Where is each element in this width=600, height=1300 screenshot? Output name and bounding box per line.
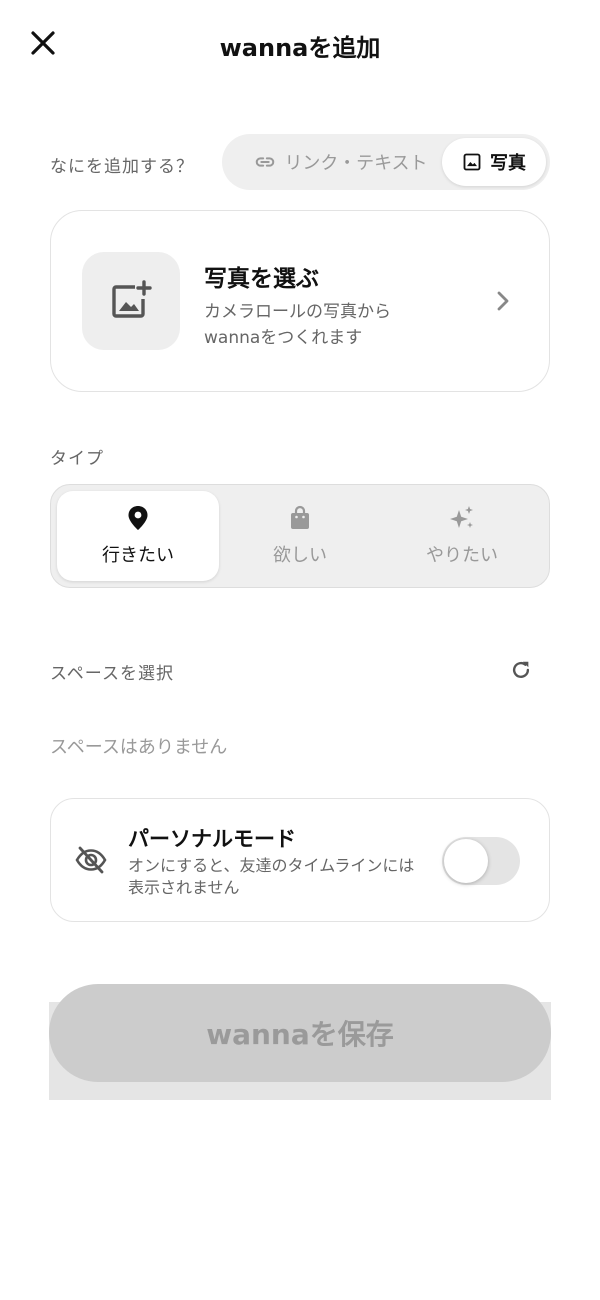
refresh-spaces-button[interactable] <box>506 655 536 685</box>
personal-mode-title: パーソナルモード <box>128 827 296 851</box>
location-pin-icon <box>128 506 148 530</box>
type-option-want-to-do[interactable]: やりたい <box>381 491 543 581</box>
choose-photo-title: 写真を選ぶ <box>204 266 319 292</box>
type-label: タイプ <box>50 449 104 469</box>
page-title: wannaを追加 <box>219 34 381 62</box>
type-option-want[interactable]: 欲しい <box>219 491 381 581</box>
sparkle-icon <box>450 506 473 528</box>
add-photo-icon <box>112 280 152 318</box>
personal-mode-toggle[interactable] <box>442 837 520 885</box>
type-segmented-control: 行きたい 欲しい やりたい <box>50 484 550 588</box>
add-type-segmented-control: リンク・テキスト 写真 <box>222 134 550 190</box>
add-type-label: なにを追加する？ <box>50 157 194 177</box>
type-option-label: 欲しい <box>273 545 327 566</box>
personal-mode-description: オンにすると、友達のタイムラインには表示されません <box>128 856 415 897</box>
choose-photo-card[interactable]: 写真を選ぶ カメラロールの写真からwannaをつくれます <box>50 210 550 392</box>
photo-option-label: 写真 <box>490 153 526 174</box>
space-empty-text: スペースはありません <box>50 737 228 758</box>
refresh-icon <box>512 661 530 679</box>
photo-option[interactable]: 写真 <box>442 138 546 186</box>
header: wannaを追加 <box>0 0 600 88</box>
add-type-row: なにを追加する？ リンク・テキスト 写真 <box>50 134 550 190</box>
photo-icon-box <box>82 252 180 350</box>
link-icon <box>256 157 275 167</box>
space-select-label: スペースを選択 <box>50 664 174 684</box>
link-text-option[interactable]: リンク・テキスト <box>236 138 446 186</box>
type-option-label: 行きたい <box>102 545 174 566</box>
type-option-want-to-go[interactable]: 行きたい <box>57 491 219 581</box>
link-text-option-label: リンク・テキスト <box>284 153 428 174</box>
personal-mode-card: パーソナルモード オンにすると、友達のタイムラインには表示されません <box>50 798 550 922</box>
image-icon <box>463 153 481 171</box>
shopping-bag-icon <box>291 505 309 529</box>
choose-photo-description: カメラロールの写真からwannaをつくれます <box>204 302 391 348</box>
chevron-right-icon <box>497 291 509 311</box>
toggle-knob <box>444 839 488 883</box>
eye-off-icon <box>75 846 107 874</box>
type-option-label: やりたい <box>426 545 498 566</box>
save-button[interactable]: wannaを保存 <box>49 984 551 1082</box>
